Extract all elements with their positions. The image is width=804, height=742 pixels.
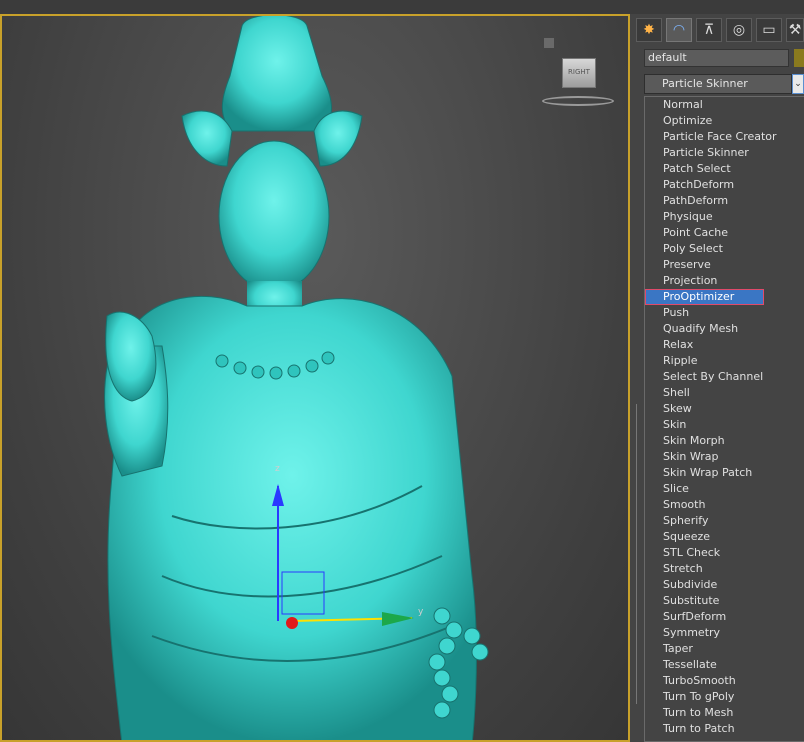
modifier-option[interactable]: Select By Channel — [645, 369, 804, 385]
statue-model[interactable]: z y — [2, 16, 630, 742]
perspective-viewport[interactable]: RIGHT z y — [0, 14, 630, 742]
modifier-option[interactable]: Particle Face Creator — [645, 129, 804, 145]
modifier-option[interactable]: STL Check — [645, 545, 804, 561]
create-icon: ✸ — [643, 22, 655, 38]
modifier-option[interactable]: Shell — [645, 385, 804, 401]
modifier-option[interactable]: Substitute — [645, 593, 804, 609]
modifier-option[interactable]: Taper — [645, 641, 804, 657]
create-tab[interactable]: ✸ — [636, 18, 662, 42]
modifier-option[interactable]: Symmetry — [645, 625, 804, 641]
modifier-option[interactable]: Stretch — [645, 561, 804, 577]
hierarchy-icon: ⊼ — [703, 22, 715, 38]
modifier-option[interactable]: Tessellate — [645, 657, 804, 673]
modifier-list-combo[interactable]: Particle Skinner — [644, 74, 792, 94]
object-name-field[interactable]: default — [644, 49, 789, 67]
modify-icon: ◠ — [672, 22, 686, 38]
modifier-dropdown-list[interactable]: Normal Optimize Particle Face Creator Parti… — [644, 96, 804, 742]
modifier-option[interactable]: Skin Wrap Patch — [645, 465, 804, 481]
modifier-option[interactable]: Smooth — [645, 497, 804, 513]
modifier-option[interactable]: SurfDeform — [645, 609, 804, 625]
motion-tab[interactable]: ◎ — [726, 18, 752, 42]
modifier-option[interactable]: Particle Skinner — [645, 145, 804, 161]
modifier-option[interactable]: Turn to Patch — [645, 721, 804, 737]
modifier-option[interactable]: ProOptimizer — [645, 289, 764, 305]
motion-icon: ◎ — [732, 22, 746, 38]
modifier-option[interactable]: Normal — [645, 97, 804, 113]
hierarchy-tab[interactable]: ⊼ — [696, 18, 722, 42]
modifier-option[interactable]: Skew — [645, 401, 804, 417]
command-panel-tabs: ✸ ◠ ⊼ ◎ ▭ ⚒ — [634, 16, 804, 44]
modifier-option[interactable]: Slice — [645, 481, 804, 497]
modifier-option[interactable]: Physique — [645, 209, 804, 225]
modifier-option[interactable]: Push — [645, 305, 804, 321]
modifier-option[interactable]: Squeeze — [645, 529, 804, 545]
top-strip — [0, 0, 804, 14]
y-axis-label: y — [418, 607, 424, 617]
modifier-option[interactable]: Spherify — [645, 513, 804, 529]
panel-rollout-edge — [636, 404, 643, 704]
display-tab[interactable]: ▭ — [756, 18, 782, 42]
modifier-option[interactable]: Poly Select — [645, 241, 804, 257]
modifier-option[interactable]: Skin Wrap — [645, 449, 804, 465]
modifier-option[interactable]: Turn to Mesh — [645, 705, 804, 721]
modifier-option[interactable]: Quadify Mesh — [645, 321, 804, 337]
modifier-option[interactable]: Preserve — [645, 257, 804, 273]
modifier-option[interactable]: Skin — [645, 417, 804, 433]
utilities-icon: ⚒ — [788, 22, 802, 38]
object-color-swatch[interactable] — [794, 49, 804, 67]
modifier-option[interactable]: PatchDeform — [645, 177, 804, 193]
modifier-option[interactable]: Subdivide — [645, 577, 804, 593]
modifier-option[interactable]: Relax — [645, 337, 804, 353]
display-icon: ▭ — [762, 22, 776, 38]
modifier-option[interactable]: Point Cache — [645, 225, 804, 241]
modifier-option[interactable]: Turn To gPoly — [645, 689, 804, 705]
modifier-option[interactable]: Ripple — [645, 353, 804, 369]
modifier-option[interactable]: Projection — [645, 273, 804, 289]
z-axis-label: z — [275, 464, 280, 474]
modifier-option[interactable]: Skin Morph — [645, 433, 804, 449]
chevron-down-icon[interactable]: ⌄ — [792, 74, 804, 94]
utilities-tab[interactable]: ⚒ — [786, 18, 804, 42]
modifier-option[interactable]: TurboSmooth — [645, 673, 804, 689]
modify-tab[interactable]: ◠ — [666, 18, 692, 42]
modifier-option[interactable]: Patch Select — [645, 161, 804, 177]
modifier-option[interactable]: PathDeform — [645, 193, 804, 209]
modifier-option[interactable]: Optimize — [645, 113, 804, 129]
